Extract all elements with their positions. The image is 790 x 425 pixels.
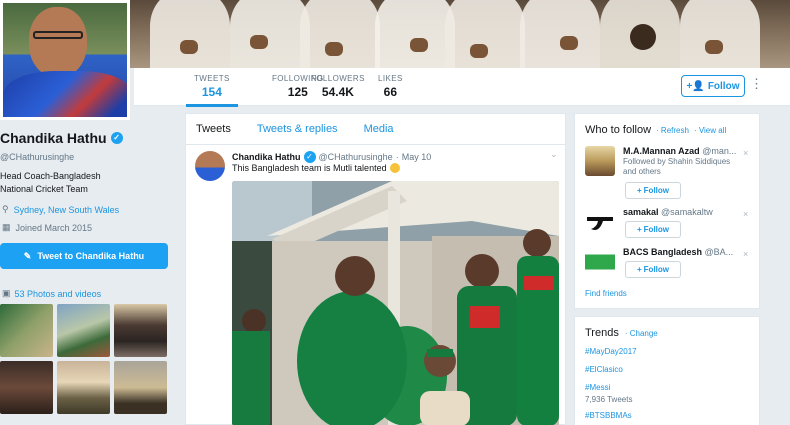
photos-label: 53 Photos and videos [14, 288, 102, 299]
stat-value: 54.4K [321, 85, 354, 99]
refresh-link[interactable]: · Refresh [656, 126, 689, 135]
tweet-avatar[interactable] [195, 151, 225, 181]
photo-thumbnail[interactable] [0, 304, 53, 357]
suggestion-avatar[interactable] [585, 207, 615, 237]
find-friends-link[interactable]: Find friends [585, 289, 627, 298]
photo-icon: ▣ [2, 288, 11, 298]
location-pin-icon: ⚲ [2, 204, 9, 214]
timeline: Tweets Tweets & replies Media Chandika H… [185, 113, 566, 425]
suggestion-follow-button[interactable]: + Follow [625, 182, 681, 199]
compose-icon: ✎ [23, 250, 32, 261]
follow-label: Follow [707, 80, 740, 92]
tweet-media-photo[interactable] [232, 181, 559, 425]
joined-text: Joined March 2015 [15, 222, 93, 233]
stat-value: 66 [383, 85, 398, 99]
location-text: Sydney, New South Wales [13, 204, 120, 215]
trend-tweet-count: 7,936 Tweets [585, 395, 633, 404]
trend-item[interactable]: #ElClasico [585, 365, 623, 374]
stat-tweets[interactable]: TWEETS 154 [186, 74, 238, 107]
suggestion-item: samakal @samakaltw × + Follow [585, 207, 755, 247]
dismiss-icon[interactable]: × [743, 148, 748, 158]
suggestion-avatar[interactable] [585, 146, 615, 176]
who-to-follow-panel: Who to follow · Refresh · View all M.A.M… [574, 113, 760, 309]
surprised-face-icon [389, 163, 400, 173]
who-to-follow-title: Who to follow [585, 124, 652, 136]
trend-item[interactable]: #BTSBBMAs [585, 411, 632, 420]
tab-media[interactable]: Media [364, 123, 394, 135]
who-to-follow-header: Who to follow · Refresh · View all [585, 124, 726, 136]
suggestion-avatar[interactable] [585, 247, 615, 277]
stat-label: FOLLOWERS [311, 74, 365, 83]
change-trends-link[interactable]: · Change [625, 329, 658, 338]
photo-thumbnail[interactable] [114, 304, 167, 357]
suggestion-name[interactable]: BACS Bangladesh @BA... [623, 247, 733, 257]
stat-label: LIKES [378, 74, 403, 83]
profile-handle[interactable]: @CHathurusinghe [0, 152, 74, 162]
tweet-to-label: Tweet to Chandika Hathu [37, 251, 145, 261]
trends-panel: Trends · Change #MayDay2017 #ElClasico #… [574, 316, 760, 425]
calendar-icon: ▦ [2, 222, 11, 232]
cricket-team-photo [232, 181, 559, 425]
verified-icon: ✓ [303, 151, 316, 163]
tweet-to-button[interactable]: ✎ Tweet to Chandika Hathu [0, 243, 168, 269]
suggestion-item: BACS Bangladesh @BA... × + Follow [585, 247, 755, 287]
photos-videos-link[interactable]: ▣ 53 Photos and videos [2, 288, 101, 299]
more-dots-icon[interactable]: ⋮ [750, 77, 763, 90]
verified-icon: ✓ [110, 132, 123, 144]
photo-grid [0, 304, 170, 414]
tab-tweets[interactable]: Tweets [196, 123, 231, 135]
dismiss-icon[interactable]: × [743, 249, 748, 259]
suggestion-context: Followed by Shahin Siddiques and others [623, 157, 731, 176]
tweet-author-name[interactable]: Chandika Hathu [232, 152, 301, 162]
tweet-text-content: This Bangladesh team is Mutli talented [232, 163, 387, 173]
chevron-down-icon[interactable]: ⌄ [550, 149, 558, 160]
add-user-icon: + [637, 225, 642, 234]
trend-item[interactable]: #Messi [585, 383, 610, 392]
tweet-date[interactable]: May 10 [402, 152, 432, 162]
add-user-icon: +👤 [686, 80, 705, 92]
tweet-header: Chandika Hathu ✓ @CHathurusinghe · May 1… [232, 151, 431, 163]
suggestion-item: M.A.Mannan Azad @man... Followed by Shah… [585, 146, 755, 199]
profile-bio: Head Coach-Bangladesh National Cricket T… [0, 171, 101, 194]
stat-value: 154 [201, 85, 222, 99]
stat-label: TWEETS [194, 74, 230, 83]
add-user-icon: + [637, 186, 642, 195]
trend-item[interactable]: #MayDay2017 [585, 347, 637, 356]
suggestion-follow-button[interactable]: + Follow [625, 221, 681, 238]
profile-location[interactable]: ⚲ Sydney, New South Wales [2, 204, 119, 215]
add-user-icon: + [637, 265, 642, 274]
profile-name: Chandika Hathu ✓ [0, 130, 123, 146]
profile-name-text: Chandika Hathu [0, 130, 107, 146]
photo-thumbnail[interactable] [0, 361, 53, 414]
tweet-text: This Bangladesh team is Mutli talented [232, 163, 400, 173]
suggestion-name[interactable]: M.A.Mannan Azad @man... [623, 146, 736, 156]
profile-avatar[interactable] [0, 0, 130, 120]
stat-followers[interactable]: FOLLOWERS 54.4K [311, 74, 365, 99]
trends-header: Trends · Change [585, 327, 658, 339]
timeline-tabs: Tweets Tweets & replies Media [186, 114, 565, 145]
photo-thumbnail[interactable] [57, 304, 110, 357]
view-all-link[interactable]: · View all [694, 126, 726, 135]
tweet-author-handle[interactable]: @CHathurusinghe [319, 152, 393, 162]
suggestion-name[interactable]: samakal @samakaltw [623, 207, 713, 217]
tweet-separator: · [395, 152, 399, 162]
photo-thumbnail[interactable] [114, 361, 167, 414]
trends-title: Trends [585, 327, 619, 339]
follow-button[interactable]: +👤 Follow [681, 75, 745, 97]
stat-likes[interactable]: LIKES 66 [378, 74, 403, 99]
profile-joined: ▦ Joined March 2015 [2, 222, 92, 233]
samakal-logo-icon [587, 217, 613, 230]
dismiss-icon[interactable]: × [743, 209, 748, 219]
suggestion-follow-button[interactable]: + Follow [625, 261, 681, 278]
tab-tweets-replies[interactable]: Tweets & replies [257, 123, 338, 135]
photo-thumbnail[interactable] [57, 361, 110, 414]
